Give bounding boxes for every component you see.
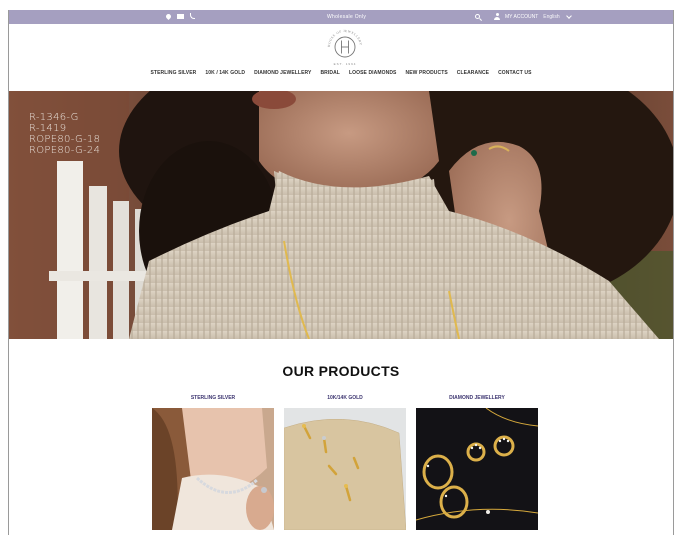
category-label-sterling-silver[interactable]: STERLING SILVER bbox=[152, 395, 274, 401]
search-icon[interactable] bbox=[475, 14, 480, 19]
category-tile-gold[interactable] bbox=[284, 408, 406, 530]
contact-icons bbox=[164, 12, 195, 21]
hero-image bbox=[9, 91, 673, 339]
nav-bridal[interactable]: BRIDAL bbox=[320, 70, 340, 80]
hero-code: R-1346-G bbox=[29, 112, 79, 123]
nav-new-products[interactable]: NEW PRODUCTS bbox=[405, 70, 447, 80]
top-utility-bar: Wholesale Only MY ACCOUNT English bbox=[9, 10, 673, 24]
nav-loose-diamonds[interactable]: LOOSE DIAMONDS bbox=[349, 70, 397, 80]
main-nav: STERLING SILVER 10K / 14K GOLD DIAMOND J… bbox=[9, 70, 673, 80]
nav-gold[interactable]: 10K / 14K GOLD bbox=[205, 70, 245, 80]
hero-banner[interactable]: R-1346-G R-1419 ROPE80-G-18 ROPE80-G-24 bbox=[9, 91, 673, 339]
location-pin-icon[interactable] bbox=[164, 12, 173, 21]
products-section-title: OUR PRODUCTS bbox=[282, 363, 400, 379]
category-label-diamond-jewellery[interactable]: DIAMOND JEWELLERY bbox=[416, 395, 538, 401]
phone-icon[interactable] bbox=[190, 13, 195, 19]
account-tools: MY ACCOUNT English bbox=[475, 12, 572, 20]
hero-code: R-1419 bbox=[29, 123, 67, 134]
hero-code: ROPE80-G-24 bbox=[29, 145, 101, 156]
svg-text:HOUSE OF JEWELLERY: HOUSE OF JEWELLERY bbox=[327, 29, 363, 47]
logo-caption: EST. 1994 bbox=[333, 62, 357, 66]
chevron-down-icon[interactable] bbox=[565, 12, 572, 19]
nav-clearance[interactable]: CLEARANCE bbox=[457, 70, 489, 80]
nav-sterling-silver[interactable]: STERLING SILVER bbox=[151, 70, 197, 80]
category-label-gold[interactable]: 10K/14K GOLD bbox=[284, 395, 406, 401]
category-tile-diamond-jewellery[interactable] bbox=[416, 408, 538, 530]
nav-contact-us[interactable]: CONTACT US bbox=[498, 70, 531, 80]
wholesale-notice: Wholesale Only bbox=[327, 14, 367, 20]
hero-code: ROPE80-G-18 bbox=[29, 134, 101, 145]
language-selector[interactable]: English bbox=[543, 14, 559, 20]
my-account-link[interactable]: MY ACCOUNT bbox=[505, 14, 538, 20]
mail-icon[interactable] bbox=[177, 14, 184, 19]
user-icon[interactable] bbox=[494, 13, 500, 20]
hero-product-codes: R-1346-G R-1419 ROPE80-G-18 ROPE80-G-24 bbox=[29, 112, 100, 156]
logo-ring-text: HOUSE OF JEWELLERY bbox=[327, 29, 362, 47]
category-tile-sterling-silver[interactable] bbox=[152, 408, 274, 530]
nav-diamond-jewellery[interactable]: DIAMOND JEWELLERY bbox=[254, 70, 311, 80]
